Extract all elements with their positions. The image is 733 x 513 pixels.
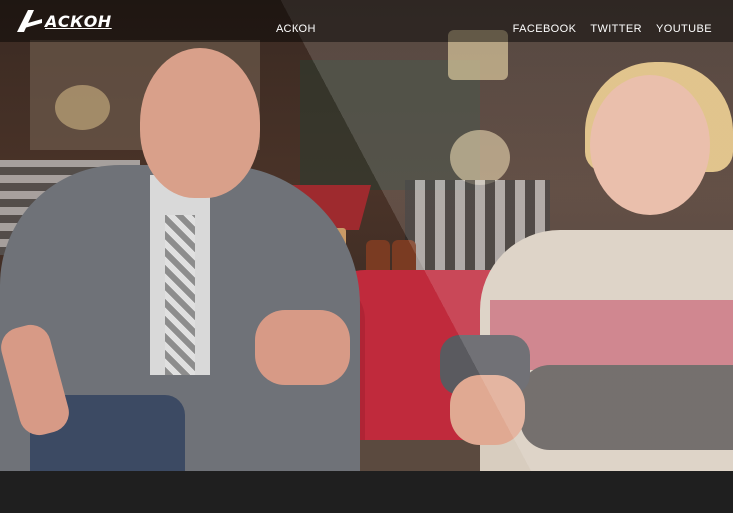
social-links: FACEBOOK TWITTER YOUTUBE bbox=[513, 23, 712, 35]
man-right-hand bbox=[255, 310, 350, 385]
man-tie bbox=[165, 215, 195, 375]
bottom-bar bbox=[0, 471, 733, 513]
youtube-link[interactable]: YOUTUBE bbox=[656, 23, 712, 35]
logo-link[interactable]: АСКОН bbox=[15, 9, 112, 33]
logo-text: АСКОН bbox=[45, 11, 112, 31]
man-head bbox=[140, 48, 260, 198]
woman-head bbox=[590, 75, 710, 215]
woman-hands bbox=[450, 375, 525, 445]
twitter-link[interactable]: TWITTER bbox=[590, 23, 642, 35]
wall-lamp bbox=[55, 85, 110, 130]
askon-logo-icon bbox=[17, 10, 42, 32]
nav-link-askon[interactable]: АСКОН bbox=[276, 23, 316, 35]
chandelier-light bbox=[450, 130, 510, 185]
hero-photo bbox=[0, 0, 733, 471]
facebook-link[interactable]: FACEBOOK bbox=[513, 23, 577, 35]
page: АСКОН АСКОН FACEBOOK TWITTER YOUTUBE bbox=[0, 0, 733, 513]
woman-arm bbox=[520, 365, 733, 450]
top-nav-bar: АСКОН АСКОН FACEBOOK TWITTER YOUTUBE bbox=[0, 0, 733, 42]
